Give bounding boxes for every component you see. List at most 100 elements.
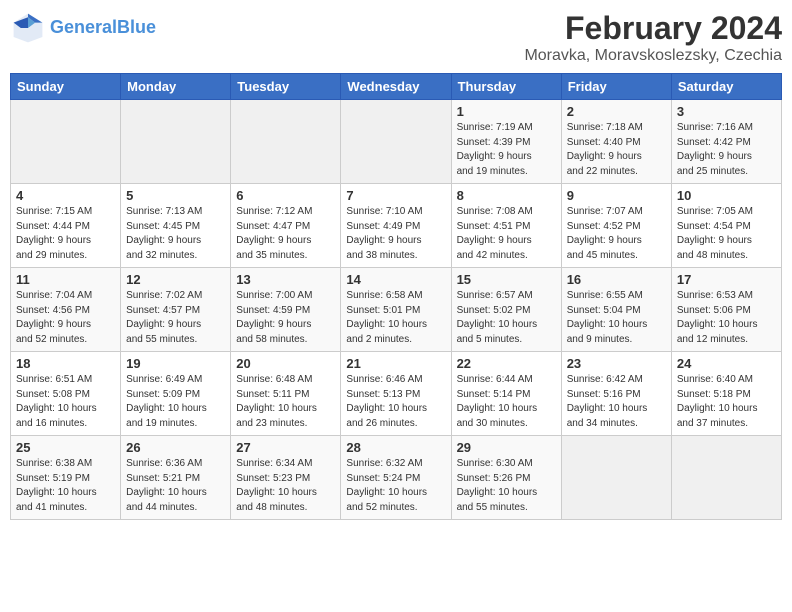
day-cell: 26 Sunrise: 6:36 AMSunset: 5:21 PMDayligh…: [121, 436, 231, 520]
day-cell: 6 Sunrise: 7:12 AMSunset: 4:47 PMDaylight…: [231, 184, 341, 268]
logo-text: GeneralBlue: [50, 18, 156, 38]
calendar-title: February 2024: [524, 10, 782, 47]
day-info: Sunrise: 7:12 AMSunset: 4:47 PMDaylight:…: [236, 205, 335, 263]
day-number: 19: [126, 356, 225, 371]
day-info: Sunrise: 7:08 AMSunset: 4:51 PMDaylight:…: [457, 205, 556, 263]
day-cell: 20Sunrise: 6:48 AMSunset: 5:11 PMDayligh…: [231, 352, 341, 436]
header-friday: Friday: [561, 74, 671, 100]
day-cell: 4Sunrise: 7:15 AMSunset: 4:44 PMDaylight…: [11, 184, 121, 268]
day-info: Sunrise: 6:34 AMSunset: 5:23 PMDaylight:…: [236, 457, 335, 515]
day-number: 8: [457, 188, 556, 203]
day-number: 7: [346, 188, 445, 203]
day-info: Sunrise: 6:44 AMSunset: 5:14 PMDaylight:…: [457, 373, 556, 431]
day-cell: 21 Sunrise: 6:46 AMSunset: 5:13 PMDayligh…: [341, 352, 451, 436]
day-number: 13: [236, 272, 335, 287]
day-cell: [561, 436, 671, 520]
day-cell: 19 Sunrise: 6:49 AMSunset: 5:09 PMDayligh…: [121, 352, 231, 436]
day-cell: 16 Sunrise: 6:55 AMSunset: 5:04 PMDayligh…: [561, 268, 671, 352]
day-cell: [671, 436, 781, 520]
day-info: Sunrise: 7:19 AMSunset: 4:39 PMDaylight:…: [457, 121, 556, 179]
logo-part1: General: [50, 17, 117, 37]
day-cell: 17 Sunrise: 6:53 AMSunset: 5:06 PMDayligh…: [671, 268, 781, 352]
day-info: Sunrise: 6:36 AMSunset: 5:21 PMDaylight:…: [126, 457, 225, 515]
day-cell: 18 Sunrise: 6:51 AMSunset: 5:08 PMDayligh…: [11, 352, 121, 436]
day-number: 5: [126, 188, 225, 203]
logo-part2: Blue: [117, 17, 156, 37]
day-cell: 8 Sunrise: 7:08 AMSunset: 4:51 PMDaylight…: [451, 184, 561, 268]
week-row-1: 1 Sunrise: 7:19 AMSunset: 4:39 PMDaylight…: [11, 100, 782, 184]
day-number: 6: [236, 188, 335, 203]
calendar-header: SundayMondayTuesdayWednesdayThursdayFrid…: [11, 74, 782, 100]
week-row-5: 25 Sunrise: 6:38 AMSunset: 5:19 PMDayligh…: [11, 436, 782, 520]
day-cell: [231, 100, 341, 184]
day-cell: 28 Sunrise: 6:32 AMSunset: 5:24 PMDayligh…: [341, 436, 451, 520]
day-number: 29: [457, 440, 556, 455]
day-cell: [121, 100, 231, 184]
day-info: Sunrise: 7:04 AMSunset: 4:56 PMDaylight:…: [16, 289, 115, 347]
day-info: Sunrise: 7:10 AMSunset: 4:49 PMDaylight:…: [346, 205, 445, 263]
day-number: 18: [16, 356, 115, 371]
day-info: Sunrise: 6:46 AMSunset: 5:13 PMDaylight:…: [346, 373, 445, 431]
day-number: 11: [16, 272, 115, 287]
day-number: 2: [567, 104, 666, 119]
day-number: 24: [677, 356, 776, 371]
day-number: 16: [567, 272, 666, 287]
day-cell: 12Sunrise: 7:02 AMSunset: 4:57 PMDayligh…: [121, 268, 231, 352]
day-info: Sunrise: 6:38 AMSunset: 5:19 PMDaylight:…: [16, 457, 115, 515]
header-row: SundayMondayTuesdayWednesdayThursdayFrid…: [11, 74, 782, 100]
day-info: Sunrise: 6:42 AMSunset: 5:16 PMDaylight:…: [567, 373, 666, 431]
day-info: Sunrise: 6:51 AMSunset: 5:08 PMDaylight:…: [16, 373, 115, 431]
day-cell: 2 Sunrise: 7:18 AMSunset: 4:40 PMDaylight…: [561, 100, 671, 184]
day-cell: 7 Sunrise: 7:10 AMSunset: 4:49 PMDaylight…: [341, 184, 451, 268]
day-info: Sunrise: 6:55 AMSunset: 5:04 PMDaylight:…: [567, 289, 666, 347]
day-number: 9: [567, 188, 666, 203]
calendar-table: SundayMondayTuesdayWednesdayThursdayFrid…: [10, 73, 782, 520]
day-info: Sunrise: 6:57 AMSunset: 5:02 PMDaylight:…: [457, 289, 556, 347]
day-cell: [341, 100, 451, 184]
day-cell: 22 Sunrise: 6:44 AMSunset: 5:14 PMDayligh…: [451, 352, 561, 436]
logo: GeneralBlue: [10, 10, 156, 46]
day-cell: 15Sunrise: 6:57 AMSunset: 5:02 PMDayligh…: [451, 268, 561, 352]
day-cell: 25 Sunrise: 6:38 AMSunset: 5:19 PMDayligh…: [11, 436, 121, 520]
day-cell: 13 Sunrise: 7:00 AMSunset: 4:59 PMDayligh…: [231, 268, 341, 352]
calendar-subtitle: Moravka, Moravskoslezsky, Czechia: [524, 47, 782, 65]
day-info: Sunrise: 6:30 AMSunset: 5:26 PMDaylight:…: [457, 457, 556, 515]
day-number: 4: [16, 188, 115, 203]
page-header: GeneralBlue February 2024 Moravka, Morav…: [10, 10, 782, 65]
day-cell: [11, 100, 121, 184]
day-cell: 14Sunrise: 6:58 AMSunset: 5:01 PMDayligh…: [341, 268, 451, 352]
day-cell: 11 Sunrise: 7:04 AMSunset: 4:56 PMDayligh…: [11, 268, 121, 352]
day-info: Sunrise: 6:32 AMSunset: 5:24 PMDaylight:…: [346, 457, 445, 515]
day-info: Sunrise: 7:07 AMSunset: 4:52 PMDaylight:…: [567, 205, 666, 263]
day-number: 25: [16, 440, 115, 455]
day-cell: 24Sunrise: 6:40 AMSunset: 5:18 PMDayligh…: [671, 352, 781, 436]
day-number: 12: [126, 272, 225, 287]
day-info: Sunrise: 7:18 AMSunset: 4:40 PMDaylight:…: [567, 121, 666, 179]
day-info: Sunrise: 7:00 AMSunset: 4:59 PMDaylight:…: [236, 289, 335, 347]
day-info: Sunrise: 6:49 AMSunset: 5:09 PMDaylight:…: [126, 373, 225, 431]
day-number: 10: [677, 188, 776, 203]
day-number: 17: [677, 272, 776, 287]
day-info: Sunrise: 7:05 AMSunset: 4:54 PMDaylight:…: [677, 205, 776, 263]
day-info: Sunrise: 7:13 AMSunset: 4:45 PMDaylight:…: [126, 205, 225, 263]
day-number: 22: [457, 356, 556, 371]
week-row-3: 11 Sunrise: 7:04 AMSunset: 4:56 PMDayligh…: [11, 268, 782, 352]
day-cell: 9 Sunrise: 7:07 AMSunset: 4:52 PMDaylight…: [561, 184, 671, 268]
day-info: Sunrise: 6:53 AMSunset: 5:06 PMDaylight:…: [677, 289, 776, 347]
day-number: 28: [346, 440, 445, 455]
header-monday: Monday: [121, 74, 231, 100]
header-saturday: Saturday: [671, 74, 781, 100]
header-sunday: Sunday: [11, 74, 121, 100]
day-cell: 29 Sunrise: 6:30 AMSunset: 5:26 PMDayligh…: [451, 436, 561, 520]
day-number: 21: [346, 356, 445, 371]
day-number: 26: [126, 440, 225, 455]
header-wednesday: Wednesday: [341, 74, 451, 100]
day-info: Sunrise: 6:58 AMSunset: 5:01 PMDaylight:…: [346, 289, 445, 347]
day-number: 1: [457, 104, 556, 119]
week-row-2: 4Sunrise: 7:15 AMSunset: 4:44 PMDaylight…: [11, 184, 782, 268]
day-cell: 3Sunrise: 7:16 AMSunset: 4:42 PMDaylight…: [671, 100, 781, 184]
title-block: February 2024 Moravka, Moravskoslezsky, …: [524, 10, 782, 65]
day-cell: 27Sunrise: 6:34 AMSunset: 5:23 PMDayligh…: [231, 436, 341, 520]
day-cell: 23Sunrise: 6:42 AMSunset: 5:16 PMDayligh…: [561, 352, 671, 436]
day-number: 3: [677, 104, 776, 119]
